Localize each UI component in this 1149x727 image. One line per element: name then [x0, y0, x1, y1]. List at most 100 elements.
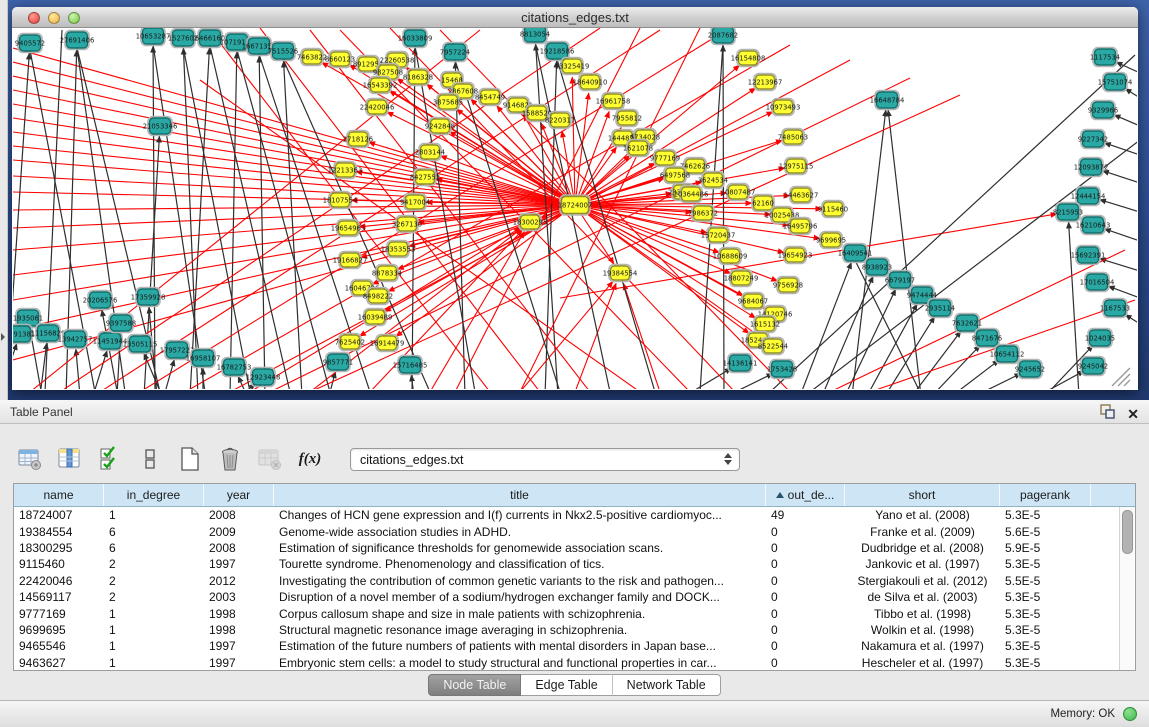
column-header-short[interactable]: short: [845, 484, 1000, 506]
new-document-icon[interactable]: [176, 445, 204, 473]
table-scrollbar[interactable]: [1119, 507, 1134, 670]
column-header-in-degree[interactable]: in_degree: [104, 484, 204, 506]
graph-node[interactable]: 19166827: [333, 252, 368, 269]
graph-node[interactable]: 9227342: [1078, 130, 1108, 149]
tab-edge-table[interactable]: Edge Table: [521, 674, 612, 696]
cell-in-degree[interactable]: 1: [104, 623, 204, 637]
rows-icon[interactable]: [136, 445, 164, 473]
table-row[interactable]: 2242004622012Investigating the contribut…: [14, 573, 1135, 589]
graph-node[interactable]: 16648784: [870, 91, 905, 110]
graph-node[interactable]: 15692391: [1071, 246, 1106, 265]
cell-short[interactable]: Franke et al. (2009): [845, 525, 1000, 539]
graph-node[interactable]: 21053346: [143, 117, 178, 136]
cell-out-de-[interactable]: 0: [766, 639, 845, 653]
cell-in-degree[interactable]: 1: [104, 639, 204, 653]
graph-node[interactable]: 15751074: [1098, 73, 1133, 92]
column-header-pagerank[interactable]: pagerank: [1000, 484, 1091, 506]
graph-node[interactable]: 12093872: [1074, 158, 1109, 177]
scrollbar-thumb[interactable]: [1122, 510, 1133, 554]
cell-title[interactable]: Estimation of the future numbers of pati…: [274, 639, 766, 653]
cell-short[interactable]: Wolkin et al. (1998): [845, 623, 1000, 637]
cell-short[interactable]: Hescheler et al. (1997): [845, 656, 1000, 670]
select-columns-icon[interactable]: [56, 445, 84, 473]
cell-name[interactable]: 19384554: [14, 525, 104, 539]
left-splitter[interactable]: [0, 0, 8, 400]
cell-pagerank[interactable]: 5.5E-5: [1000, 574, 1091, 588]
graph-node[interactable]: 1024035: [1085, 329, 1115, 348]
graph-node[interactable]: 9397588: [106, 314, 136, 333]
graph-node[interactable]: 8498222: [363, 288, 393, 305]
graph-node[interactable]: 9699695: [816, 232, 846, 249]
cell-pagerank[interactable]: 5.3E-5: [1000, 508, 1091, 522]
graph-node[interactable]: 13505115: [123, 335, 158, 354]
cell-name[interactable]: 14569117: [14, 590, 104, 604]
cell-in-degree[interactable]: 2: [104, 590, 204, 604]
table-chooser-dropdown[interactable]: citations_edges.txt: [350, 448, 740, 471]
graph-node-hub[interactable]: 18724007: [558, 195, 593, 215]
tab-network-table[interactable]: Network Table: [613, 674, 721, 696]
graph-node[interactable]: 12923448: [246, 368, 281, 387]
cell-out-de-[interactable]: 0: [766, 557, 845, 571]
graph-node[interactable]: 16409541: [838, 244, 873, 263]
cell-out-de-[interactable]: 0: [766, 590, 845, 604]
graph-node[interactable]: 12975115: [779, 158, 814, 175]
cell-pagerank[interactable]: 5.3E-5: [1000, 656, 1091, 670]
graph-node[interactable]: 9756928: [773, 277, 803, 294]
cell-in-degree[interactable]: 2: [104, 574, 204, 588]
graph-node[interactable]: 13942757: [58, 330, 93, 349]
graph-node[interactable]: 7463822: [297, 49, 327, 66]
graph-node[interactable]: 3624534: [698, 172, 728, 189]
graph-node[interactable]: 27691406: [60, 31, 95, 50]
column-header-out-de-[interactable]: out_de...: [766, 484, 845, 506]
cell-short[interactable]: Tibbo et al. (1998): [845, 607, 1000, 621]
cell-title[interactable]: Disruption of a novel member of a sodium…: [274, 590, 766, 604]
graph-node[interactable]: 3267130: [392, 216, 422, 233]
cell-name[interactable]: 9465546: [14, 639, 104, 653]
graph-node[interactable]: 9245652: [1015, 360, 1045, 379]
graph-node[interactable]: 9857771: [323, 353, 353, 372]
graph-node[interactable]: 1615132: [750, 316, 780, 333]
graph-node[interactable]: 8813054: [520, 28, 550, 44]
cell-short[interactable]: Yano et al. (2008): [845, 508, 1000, 522]
cell-year[interactable]: 1997: [204, 639, 274, 653]
cell-title[interactable]: Corpus callosum shape and size in male p…: [274, 607, 766, 621]
graph-node[interactable]: 18300295: [513, 214, 548, 231]
graph-node[interactable]: 18353553: [381, 241, 416, 258]
table-row[interactable]: 1830029562008Estimation of significance …: [14, 540, 1135, 556]
graph-node[interactable]: 8427552: [410, 169, 440, 186]
graph-node[interactable]: 9329966: [1088, 101, 1118, 120]
graph-node[interactable]: 7986372: [688, 205, 718, 222]
cell-year[interactable]: 1997: [204, 557, 274, 571]
cell-name[interactable]: 9777169: [14, 607, 104, 621]
graph-node[interactable]: 16958107: [186, 349, 221, 368]
graph-node[interactable]: 15716485: [393, 356, 428, 375]
cell-out-de-[interactable]: 0: [766, 656, 845, 670]
trash-icon[interactable]: [216, 445, 244, 473]
cell-title[interactable]: Changes of HCN gene expression and I(f) …: [274, 508, 766, 522]
select-rows-icon[interactable]: [96, 445, 124, 473]
graph-node[interactable]: 9684067: [738, 293, 768, 310]
close-icon[interactable]: ✕: [1127, 406, 1139, 422]
graph-node[interactable]: 62160: [752, 195, 774, 212]
network-canvas[interactable]: 9405572276914061065328715276026466160107…: [13, 28, 1137, 389]
graph-node[interactable]: 8660123: [325, 51, 355, 68]
network-window-titlebar[interactable]: citations_edges.txt: [12, 7, 1138, 28]
graph-node[interactable]: 1117534: [1090, 48, 1120, 67]
cell-out-de-[interactable]: 0: [766, 623, 845, 637]
graph-node[interactable]: 7955812: [612, 110, 642, 127]
column-header-title[interactable]: title: [274, 484, 766, 506]
cell-year[interactable]: 2003: [204, 590, 274, 604]
graph-node[interactable]: 1753426: [767, 360, 797, 379]
cell-year[interactable]: 1997: [204, 656, 274, 670]
graph-node[interactable]: 9245042: [1078, 357, 1108, 376]
cell-in-degree[interactable]: 2: [104, 557, 204, 571]
tab-node-table[interactable]: Node Table: [428, 674, 521, 696]
window-resize-grip[interactable]: [1124, 380, 1130, 386]
graph-node[interactable]: 3875685: [433, 94, 463, 111]
graph-node[interactable]: 19654923: [778, 247, 813, 264]
graph-node[interactable]: 7625402: [335, 334, 365, 351]
cell-short[interactable]: de Silva et al. (2003): [845, 590, 1000, 604]
cell-name[interactable]: 9699695: [14, 623, 104, 637]
cell-year[interactable]: 2012: [204, 574, 274, 588]
graph-node[interactable]: 7485063: [778, 129, 808, 146]
